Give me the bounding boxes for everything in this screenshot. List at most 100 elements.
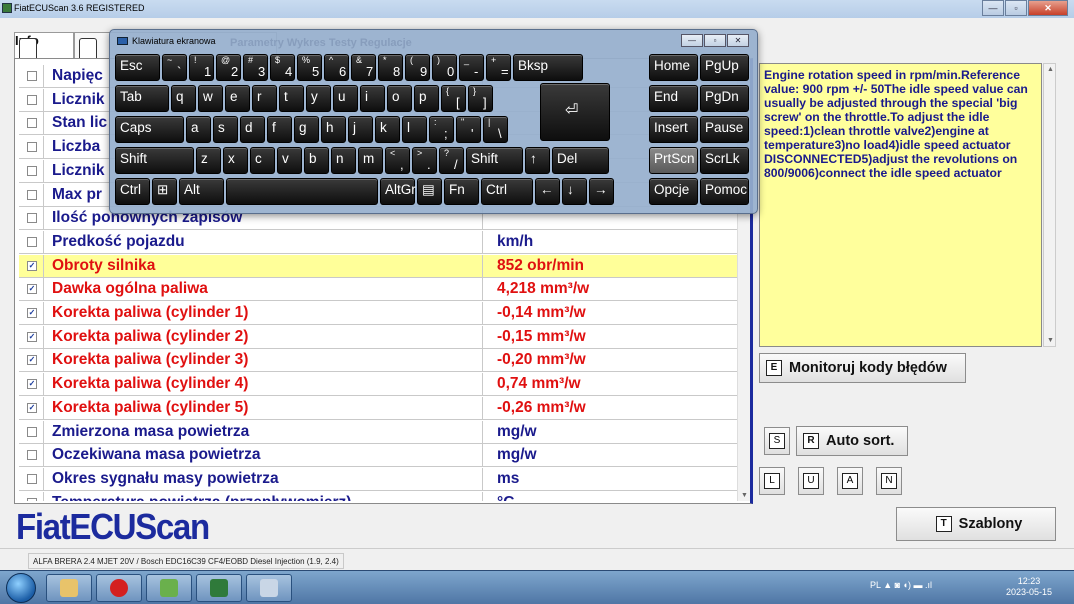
key-s[interactable]: s	[213, 116, 238, 143]
table-row[interactable]: ✓ Obroty silnika 852 obr/min	[19, 254, 737, 278]
key-down[interactable]: ↓	[562, 178, 587, 205]
key-c[interactable]: c	[250, 147, 275, 174]
key-i[interactable]: i	[360, 85, 385, 112]
key-win[interactable]: ⊞	[152, 178, 177, 205]
table-row[interactable]: ✓ Korekta paliwa (cylinder 1) -0,14 mm³/w	[19, 302, 737, 325]
key-ctrl[interactable]: Ctrl	[115, 178, 150, 205]
row-checkbox[interactable]: ✓	[27, 355, 37, 366]
key-prtscn[interactable]: PrtScn	[649, 147, 698, 174]
key-fn[interactable]: Fn	[444, 178, 479, 205]
table-row[interactable]: Oczekiwana masa powietrza mg/w	[19, 444, 737, 468]
row-checkbox[interactable]	[27, 142, 37, 153]
row-checkbox[interactable]	[27, 236, 37, 247]
key-pgup[interactable]: PgUp	[700, 54, 749, 81]
key-del[interactable]: Del	[552, 147, 609, 174]
key-m[interactable]: m	[358, 147, 383, 174]
row-checkbox[interactable]: ✓	[27, 331, 37, 342]
tab-info[interactable]: F2Info	[14, 32, 74, 65]
key-eq[interactable]: + =	[486, 54, 511, 81]
table-row[interactable]: Temperatura powietrza (przepływomierz) °C	[19, 491, 737, 501]
key-p[interactable]: p	[414, 85, 439, 112]
key-d9[interactable]: (9	[405, 54, 430, 81]
row-checkbox[interactable]	[27, 450, 37, 461]
row-checkbox[interactable]	[27, 189, 37, 200]
key-d0[interactable]: ) 0	[432, 54, 457, 81]
key-d2[interactable]: @2	[216, 54, 241, 81]
osk-maximize-button[interactable]: ▫	[704, 34, 726, 47]
key-r[interactable]: r	[252, 85, 277, 112]
key-w[interactable]: w	[198, 85, 223, 112]
scroll-up-icon[interactable]: ▲	[1047, 66, 1054, 73]
row-checkbox[interactable]	[27, 213, 37, 224]
key-rb[interactable]: }]	[468, 85, 493, 112]
maximize-button[interactable]: ▫	[1005, 0, 1027, 16]
key-up[interactable]: ↑	[525, 147, 550, 174]
clock[interactable]: 12:23 2023-05-15	[1006, 576, 1052, 598]
key-d6[interactable]: ^ 6	[324, 54, 349, 81]
table-row[interactable]: ✓ Dawka ogólna paliwa 4,218 mm³/w	[19, 278, 737, 302]
key-pgdn[interactable]: PgDn	[700, 85, 749, 112]
key-alt[interactable]: Alt	[179, 178, 224, 205]
key-z[interactable]: z	[196, 147, 221, 174]
table-row[interactable]: ✓ Korekta paliwa (cylinder 3) -0,20 mm³/w	[19, 349, 737, 373]
n-button[interactable]: N	[876, 467, 902, 495]
row-checkbox[interactable]: ✓	[27, 402, 37, 413]
row-checkbox[interactable]: ✓	[27, 379, 37, 390]
key-slash[interactable]: ? /	[439, 147, 464, 174]
key-t[interactable]: t	[279, 85, 304, 112]
key-pause[interactable]: Pause	[700, 116, 749, 143]
key-lb[interactable]: {[	[441, 85, 466, 112]
a-button[interactable]: A	[837, 467, 863, 495]
description-scrollbar[interactable]: ▲ ▼	[1043, 63, 1056, 347]
row-checkbox[interactable]	[27, 165, 37, 176]
language-indicator[interactable]: PL	[870, 580, 881, 590]
key-e[interactable]: e	[225, 85, 250, 112]
key-comma[interactable]: <,	[385, 147, 410, 174]
key-insert[interactable]: Insert	[649, 116, 698, 143]
row-checkbox[interactable]	[27, 71, 37, 81]
l-button[interactable]: L	[759, 467, 785, 495]
osk-close-button[interactable]: ✕	[727, 34, 749, 47]
key-tab[interactable]: Tab	[115, 85, 169, 112]
key-tilde[interactable]: ~ `	[162, 54, 187, 81]
table-row[interactable]: Predkość pojazdu km/h	[19, 230, 737, 254]
row-checkbox[interactable]	[27, 426, 37, 437]
scroll-down-icon[interactable]: ▼	[741, 492, 748, 499]
key-left[interactable]: ←	[535, 178, 560, 205]
key-bksp[interactable]: Bksp	[513, 54, 583, 81]
key-d8[interactable]: * 8	[378, 54, 403, 81]
key-l[interactable]: l	[402, 116, 427, 143]
key-d3[interactable]: #3	[243, 54, 268, 81]
key-d5[interactable]: % 5	[297, 54, 322, 81]
key-q[interactable]: q	[171, 85, 196, 112]
table-row[interactable]: Okres sygnału masy powietrza ms	[19, 467, 737, 491]
key-h[interactable]: h	[321, 116, 346, 143]
key-help[interactable]: Pomoc	[700, 178, 749, 205]
row-checkbox[interactable]	[27, 94, 37, 105]
key-scrlk[interactable]: ScrLk	[700, 147, 749, 174]
key-right[interactable]: →	[589, 178, 614, 205]
opera-taskbar-button[interactable]	[96, 574, 142, 602]
row-checkbox[interactable]: ✓	[27, 284, 37, 295]
paint-taskbar-button[interactable]	[146, 574, 192, 602]
key-g[interactable]: g	[294, 116, 319, 143]
key-d7[interactable]: & 7	[351, 54, 376, 81]
key-rshift[interactable]: Shift	[466, 147, 523, 174]
row-checkbox[interactable]	[27, 118, 37, 129]
key-o[interactable]: o	[387, 85, 412, 112]
key-x[interactable]: x	[223, 147, 248, 174]
minimize-button[interactable]: —	[982, 0, 1004, 16]
row-checkbox[interactable]	[27, 497, 37, 501]
key-f[interactable]: f	[267, 116, 292, 143]
key-home[interactable]: Home	[649, 54, 698, 81]
table-row[interactable]: ✓ Korekta paliwa (cylinder 4) 0,74 mm³/w	[19, 373, 737, 397]
key-v[interactable]: v	[277, 147, 302, 174]
explorer-taskbar-button[interactable]	[46, 574, 92, 602]
key-y[interactable]: y	[306, 85, 331, 112]
templates-button[interactable]: T Szablony	[896, 507, 1056, 541]
key-end[interactable]: End	[649, 85, 698, 112]
key-options[interactable]: Opcje	[649, 178, 698, 205]
key-space[interactable]	[226, 178, 378, 205]
table-row[interactable]: Zmierzona masa powietrza mg/w	[19, 420, 737, 444]
key-menu[interactable]: ▤	[417, 178, 442, 205]
